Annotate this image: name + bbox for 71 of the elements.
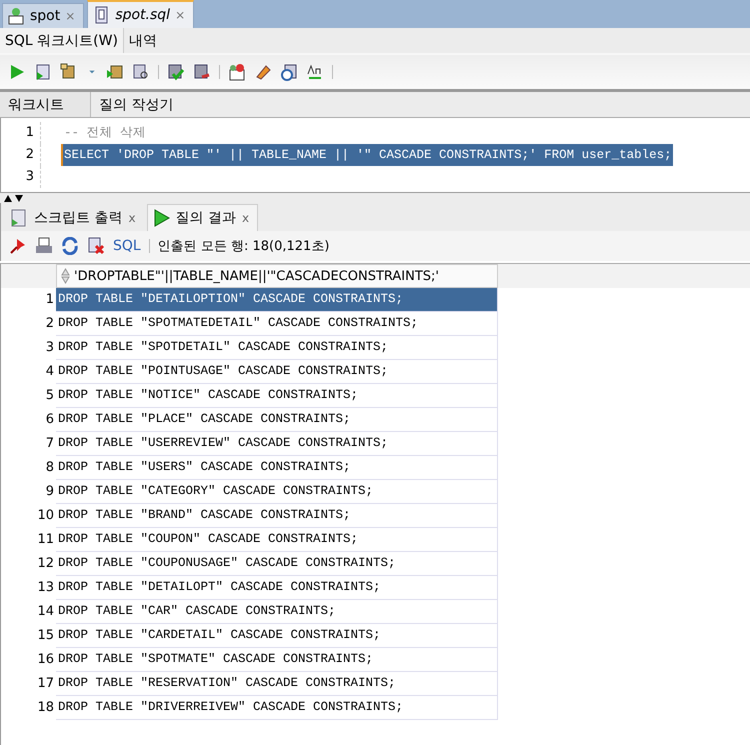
table-cell: DROP TABLE "COUPON" CASCADE CONSTRAINTS; xyxy=(56,528,498,552)
splitter-arrows-icon[interactable] xyxy=(3,194,25,202)
run-icon[interactable] xyxy=(152,209,170,227)
row-number: 1 xyxy=(44,291,55,309)
output-tab[interactable]: 질의 결과 x xyxy=(146,204,258,231)
table-cell: DROP TABLE "SPOTDETAIL" CASCADE CONSTRAINTS; xyxy=(56,336,498,360)
document-tab[interactable]: spot × xyxy=(2,3,84,28)
script-run-icon[interactable] xyxy=(34,63,52,81)
fetch-status: 인출된 모든 행: 18(0,121초) xyxy=(158,238,330,255)
table-cell: DROP TABLE "USERREVIEW" CASCADE CONSTRAINTS; xyxy=(56,432,498,456)
table-cell: DROP TABLE "CAR" CASCADE CONSTRAINTS; xyxy=(56,600,498,624)
table-cell: DROP TABLE "SPOTMATEDETAIL" CASCADE CONSTRAINTS; xyxy=(56,312,498,336)
table-cell: DROP TABLE "CARDETAIL" CASCADE CONSTRAINTS; xyxy=(56,624,498,648)
table-cell: DROP TABLE "DETAILOPT" CASCADE CONSTRAINTS; xyxy=(56,576,498,600)
close-button[interactable]: × xyxy=(175,8,186,22)
line-number: 3 xyxy=(1,166,41,188)
row-number: 4 xyxy=(44,363,55,381)
tab-label: 스크립트 출력 xyxy=(34,209,122,227)
row-number: 11 xyxy=(36,531,55,549)
refresh-icon[interactable] xyxy=(61,237,79,255)
row-number: 18 xyxy=(36,699,55,717)
row-number: 16 xyxy=(36,651,55,669)
close-button[interactable]: x xyxy=(242,211,250,225)
row-number: 10 xyxy=(36,507,55,525)
editor-tab[interactable]: 질의 작성기 xyxy=(91,92,182,117)
view-tab[interactable]: SQL 워크시트(W) xyxy=(0,28,124,53)
row-number: 12 xyxy=(36,555,55,573)
table-cell: DROP TABLE "NOTICE" CASCADE CONSTRAINTS; xyxy=(56,384,498,408)
table-cell: DROP TABLE "POINTUSAGE" CASCADE CONSTRAINTS; xyxy=(56,360,498,384)
view-tab[interactable]: 내역 xyxy=(124,28,162,53)
table-cell: DROP TABLE "PLACE" CASCADE CONSTRAINTS; xyxy=(56,408,498,432)
row-number: 13 xyxy=(36,579,55,597)
row-number: 6 xyxy=(44,411,55,429)
row-number: 17 xyxy=(36,675,55,693)
script-icon[interactable] xyxy=(10,209,28,227)
sort-icon xyxy=(61,268,70,284)
table-cell: DROP TABLE "BRAND" CASCADE CONSTRAINTS; xyxy=(56,504,498,528)
row-number: 14 xyxy=(36,603,55,621)
row-number: 7 xyxy=(44,435,55,453)
pin-icon[interactable] xyxy=(9,237,27,255)
code-editor[interactable]: 1 -- 전체 삭제 2 SELECT 'DROP TABLE "' || TABLE_NAME || '" CASCADE CONSTRAINTS;' FROM user_tables; 3 xyxy=(0,118,750,193)
row-number: 2 xyxy=(44,315,55,333)
printer-icon[interactable] xyxy=(35,237,53,255)
row-number: 8 xyxy=(44,459,55,477)
table-cell: DROP TABLE "USERS" CASCADE CONSTRAINTS; xyxy=(56,456,498,480)
row-number: 9 xyxy=(44,483,55,501)
document-tab[interactable]: spot.sql × xyxy=(87,0,194,28)
sheet-delete-icon[interactable] xyxy=(87,237,105,255)
line-number: 1 xyxy=(1,122,41,144)
row-number: 5 xyxy=(44,387,55,405)
editor-tab[interactable]: 워크시트 xyxy=(0,92,91,117)
table-cell: DROP TABLE "SPOTMATE" CASCADE CONSTRAINTS; xyxy=(56,648,498,672)
run-icon[interactable] xyxy=(8,63,26,81)
eraser-icon[interactable] xyxy=(254,63,272,81)
code-line: -- 전체 삭제 xyxy=(63,125,148,142)
table-cell: DROP TABLE "CATEGORY" CASCADE CONSTRAINTS; xyxy=(56,480,498,504)
column-header[interactable]: 'DROPTABLE"'||TABLE_NAME||'"CASCADECONSTRAINTS;' xyxy=(56,264,498,288)
tab-label: spot xyxy=(30,8,60,24)
sql-link[interactable]: SQL xyxy=(113,238,141,254)
close-button[interactable]: x xyxy=(128,211,136,225)
line-number: 2 xyxy=(1,144,41,166)
table-cell: DROP TABLE "DETAILOPTION" CASCADE CONSTRAINTS; xyxy=(56,288,498,312)
output-tab[interactable]: 스크립트 출력 x xyxy=(5,204,145,231)
table-cell: DROP TABLE "COUPONUSAGE" CASCADE CONSTRAINTS; xyxy=(56,552,498,576)
column-title: 'DROPTABLE"'||TABLE_NAME||'"CASCADECONSTRAINTS;' xyxy=(74,268,440,284)
tab-label: spot.sql xyxy=(115,7,170,23)
table-cell: DROP TABLE "RESERVATION" CASCADE CONSTRAINTS; xyxy=(56,672,498,696)
row-number: 15 xyxy=(36,627,55,645)
table-cell: DROP TABLE "DRIVERREIVEW" CASCADE CONSTRAINTS; xyxy=(56,696,498,720)
tab-label: 질의 결과 xyxy=(176,209,236,227)
row-number: 3 xyxy=(44,339,55,357)
